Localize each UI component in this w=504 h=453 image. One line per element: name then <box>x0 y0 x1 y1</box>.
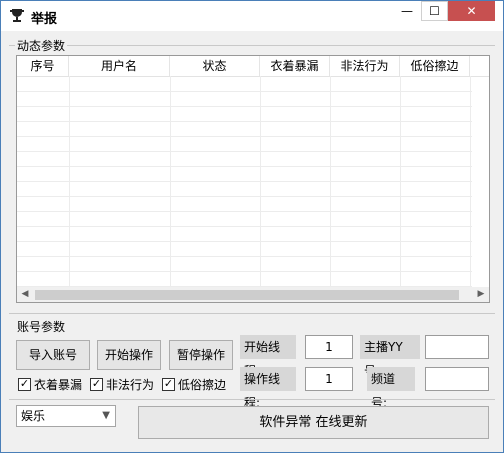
title-bar: 举报 — ☐ ✕ <box>1 1 503 31</box>
status-update-button[interactable]: 软件异常 在线更新 <box>138 406 489 439</box>
start-threads-input[interactable]: 1 <box>305 335 353 359</box>
table-row[interactable] <box>17 121 472 137</box>
op-threads-label: 操作线程: <box>240 367 296 410</box>
chevron-down-icon: ▼ <box>102 410 110 421</box>
table-row[interactable] <box>17 91 472 107</box>
table-row[interactable] <box>17 226 472 242</box>
import-accounts-button[interactable]: 导入账号 <box>16 340 90 370</box>
col-divider <box>470 76 471 288</box>
account-params-label: 账号参数 <box>15 318 68 335</box>
table-row[interactable] <box>17 151 472 167</box>
table-row[interactable] <box>17 106 472 122</box>
clothing-checkbox[interactable]: ✓ 衣着暴漏 <box>18 376 82 393</box>
maximize-icon: ☐ <box>429 4 440 18</box>
table-row[interactable] <box>17 76 472 92</box>
op-threads-input[interactable]: 1 <box>305 367 353 391</box>
dynamic-params-label: 动态参数 <box>15 37 68 54</box>
col-vulgar[interactable]: 低俗擦边 <box>400 56 470 76</box>
col-clothing[interactable]: 衣着暴漏 <box>260 56 330 76</box>
checkmark-icon: ✓ <box>18 377 31 391</box>
table-header: 序号 用户名 状态 衣着暴漏 非法行为 低俗擦边 <box>17 56 489 77</box>
close-button[interactable]: ✕ <box>448 1 495 21</box>
start-operation-button[interactable]: 开始操作 <box>97 340 161 370</box>
scroll-thumb[interactable] <box>35 290 459 300</box>
table-row[interactable] <box>17 166 472 182</box>
category-select[interactable]: 娱乐 ▼ <box>16 405 116 427</box>
table-row[interactable] <box>17 211 472 227</box>
accounts-table[interactable]: 序号 用户名 状态 衣着暴漏 非法行为 低俗擦边 ◀ ▶ <box>16 55 490 303</box>
group-divider <box>9 313 495 314</box>
group-divider <box>9 399 495 400</box>
col-status[interactable]: 状态 <box>170 56 260 76</box>
minimize-icon: — <box>401 4 413 18</box>
maximize-button[interactable]: ☐ <box>421 1 448 21</box>
group-divider <box>9 45 495 46</box>
scroll-left-icon[interactable]: ◀ <box>17 287 33 302</box>
col-divider <box>260 76 261 288</box>
checkbox-label: 低俗擦边 <box>178 378 227 392</box>
col-index[interactable]: 序号 <box>17 56 69 76</box>
table-row[interactable] <box>17 136 472 152</box>
vulgar-checkbox[interactable]: ✓ 低俗擦边 <box>162 376 226 393</box>
col-divider <box>330 76 331 288</box>
illegal-checkbox[interactable]: ✓ 非法行为 <box>90 376 154 393</box>
col-divider <box>400 76 401 288</box>
pause-operation-button[interactable]: 暂停操作 <box>169 340 233 370</box>
channel-label: 频道号: <box>367 367 415 410</box>
checkmark-icon: ✓ <box>90 377 103 391</box>
col-illegal[interactable]: 非法行为 <box>330 56 400 76</box>
horizontal-scrollbar[interactable]: ◀ ▶ <box>17 287 489 302</box>
table-row[interactable] <box>17 181 472 197</box>
channel-input[interactable] <box>425 367 489 391</box>
host-yy-input[interactable] <box>425 335 489 359</box>
col-divider <box>69 76 70 288</box>
window-title: 举报 <box>31 12 58 27</box>
minimize-button[interactable]: — <box>394 1 420 21</box>
app-icon <box>10 9 24 22</box>
host-yy-label: 主播YY号: <box>360 335 420 378</box>
checkbox-label: 非法行为 <box>106 378 155 392</box>
table-row[interactable] <box>17 271 472 287</box>
table-row[interactable] <box>17 241 472 257</box>
checkmark-icon: ✓ <box>162 377 175 391</box>
col-divider <box>170 76 171 288</box>
checkbox-label: 衣着暴漏 <box>34 378 83 392</box>
col-username[interactable]: 用户名 <box>69 56 170 76</box>
table-row[interactable] <box>17 196 472 212</box>
main-window: 举报 — ☐ ✕ 动态参数 序号 用户名 状态 衣着暴漏 非法行为 低俗擦边 ◀… <box>0 0 504 453</box>
table-row[interactable] <box>17 256 472 272</box>
category-select-value: 娱乐 <box>21 409 46 423</box>
scroll-right-icon[interactable]: ▶ <box>473 287 489 302</box>
close-icon: ✕ <box>466 4 477 18</box>
start-threads-label: 开始线程: <box>240 335 296 378</box>
